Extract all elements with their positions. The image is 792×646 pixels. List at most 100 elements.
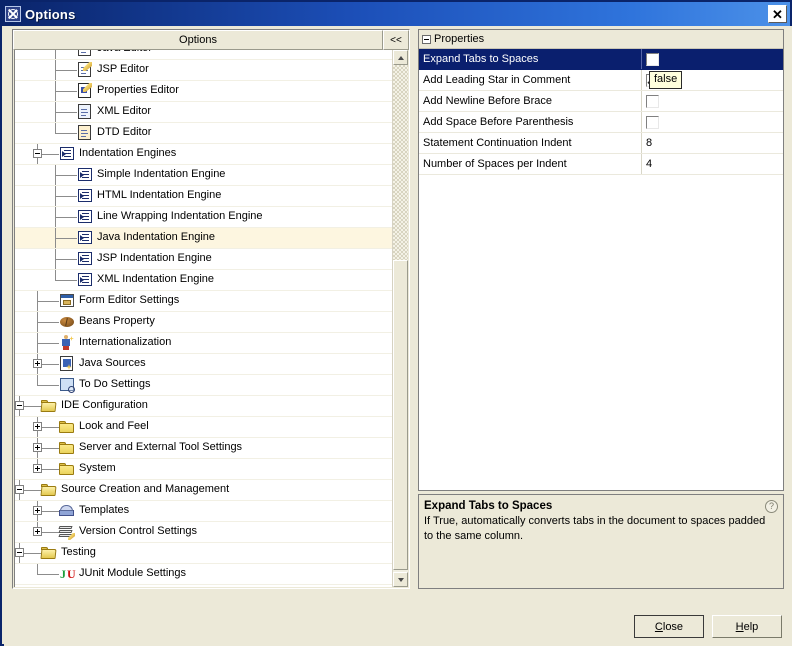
tree-item[interactable]: System [15,459,395,480]
property-row[interactable]: Add Newline Before Brace [419,91,783,112]
property-value[interactable]: 8 [641,137,783,149]
checkbox-icon[interactable] [646,115,659,129]
templates-icon [59,503,75,519]
property-row-selected[interactable]: Expand Tabs to Spaces [419,49,783,70]
properties-header[interactable]: Properties [419,30,783,49]
expand-plus-icon[interactable] [33,422,42,431]
close-icon[interactable]: ✕ [768,5,787,23]
tree-connector-vertical [55,207,56,227]
dialog-body: Options << Plain EditorJava EditorJSP Ed… [4,26,792,646]
expand-plus-icon[interactable] [33,464,42,473]
tree-item[interactable]: DTD Editor [15,123,395,144]
property-name: Expand Tabs to Spaces [423,53,539,65]
help-button[interactable]: Help [712,615,782,638]
tree-item[interactable]: XML Editor [15,102,395,123]
properties-header-label: Properties [434,33,485,45]
tree-item[interactable]: Java Sources [15,354,395,375]
expand-plus-icon[interactable] [33,527,42,536]
tree-connector [55,91,77,92]
property-row[interactable]: Number of Spaces per Indent 4 [419,154,783,175]
scroll-down-button[interactable] [393,572,408,587]
tree-scrollbar[interactable] [392,50,408,587]
tree-item[interactable]: Internationalization [15,333,395,354]
tree-item[interactable]: Form Editor Settings [15,291,395,312]
dialog-button-row: Close Help [634,615,782,638]
tree-item[interactable]: Testing [15,543,395,564]
tree-item-label: Properties Editor [97,84,179,96]
tree-item-label: JSP Editor [97,63,149,75]
tree-item[interactable]: Server and External Tool Settings [15,438,395,459]
tree-connector [55,280,77,281]
close-button[interactable]: Close [634,615,704,638]
tree-connector-vertical [55,123,56,133]
tree-item-label: Indentation Engines [79,147,177,159]
tree-item[interactable]: Indentation Engines [15,144,395,165]
expand-plus-icon[interactable] [33,359,42,368]
property-row[interactable]: Statement Continuation Indent 8 [419,133,783,154]
tree-item[interactable]: JSP Indentation Engine [15,249,395,270]
tree-item-label: System [79,462,116,474]
tree-connector [55,238,77,239]
tree-item[interactable]: Properties Editor [15,81,395,102]
tree-item-label: Beans Property [79,315,155,327]
property-name: Add Newline Before Brace [423,95,553,107]
options-wheel-icon [5,6,21,22]
collapse-minus-icon[interactable] [33,149,42,158]
tree-item[interactable]: Templates [15,501,395,522]
tree-item[interactable]: JSP Editor [15,60,395,81]
property-value[interactable]: 4 [641,158,783,170]
tree-connector-vertical [55,270,56,280]
folder-icon [59,461,75,477]
folder-open-icon [40,545,57,561]
tree-item[interactable]: J U JUnit Module Settings [15,564,395,585]
property-value[interactable] [641,52,783,66]
tree-connector [55,259,77,260]
tree-viewport[interactable]: Plain EditorJava EditorJSP EditorPropert… [14,50,395,587]
tree-connector-vertical [37,375,38,385]
tree-header: Options << [13,30,409,50]
tree-item-label: Java Sources [79,357,146,369]
tree-item-label: Java Editor [97,50,152,54]
tree-item[interactable]: To Do Settings [15,375,395,396]
scrollbar-track[interactable] [393,65,408,260]
tree-item[interactable]: HTML Indentation Engine [15,186,395,207]
tree-item[interactable]: Version Control Settings [15,522,395,543]
expand-plus-icon[interactable] [33,506,42,515]
tree-item[interactable]: Look and Feel [15,417,395,438]
property-row[interactable]: Add Space Before Parenthesis [419,112,783,133]
property-value[interactable] [641,115,783,129]
tree-connector [55,133,77,134]
help-icon[interactable]: ? [765,500,778,513]
scrollbar-thumb[interactable] [393,260,408,570]
property-row[interactable]: Add Leading Star in Comment [419,70,783,91]
checkbox-icon[interactable] [646,52,659,66]
tree-item[interactable]: Source Creation and Management [15,480,395,501]
tree-item[interactable]: Java Editor [15,50,395,60]
tree-item-selected[interactable]: Java Indentation Engine [15,228,395,249]
tree-item[interactable]: XML Indentation Engine [15,270,395,291]
collapse-minus-icon[interactable] [15,485,24,494]
scroll-up-button[interactable] [393,50,408,65]
tree-item[interactable]: Beans Property [15,312,395,333]
tree-item-label: Form Editor Settings [79,294,180,306]
expand-plus-icon[interactable] [33,443,42,452]
tree-connector [37,322,59,323]
collapse-minus-icon[interactable] [15,401,24,410]
collapse-minus-icon[interactable] [422,34,431,44]
tree-item-label: Simple Indentation Engine [97,168,226,180]
property-value[interactable] [641,94,783,108]
tree-connector-vertical [37,291,38,311]
collapse-button[interactable]: << [383,30,409,50]
tree-item[interactable]: Line Wrapping Indentation Engine [15,207,395,228]
tree-rows: Plain EditorJava EditorJSP EditorPropert… [15,50,395,585]
tree-item[interactable]: Simple Indentation Engine [15,165,395,186]
property-name: Add Leading Star in Comment [423,74,571,86]
tree-item-label: JSP Indentation Engine [97,252,212,264]
checkbox-icon[interactable] [646,94,659,108]
tree-item-label: Testing [61,546,96,558]
tree-item[interactable]: IDE Configuration [15,396,395,417]
tree-connector [55,217,77,218]
collapse-minus-icon[interactable] [15,548,24,557]
tree-connector-vertical [55,81,56,101]
description-panel: ? Expand Tabs to Spaces If True, automat… [418,494,784,589]
